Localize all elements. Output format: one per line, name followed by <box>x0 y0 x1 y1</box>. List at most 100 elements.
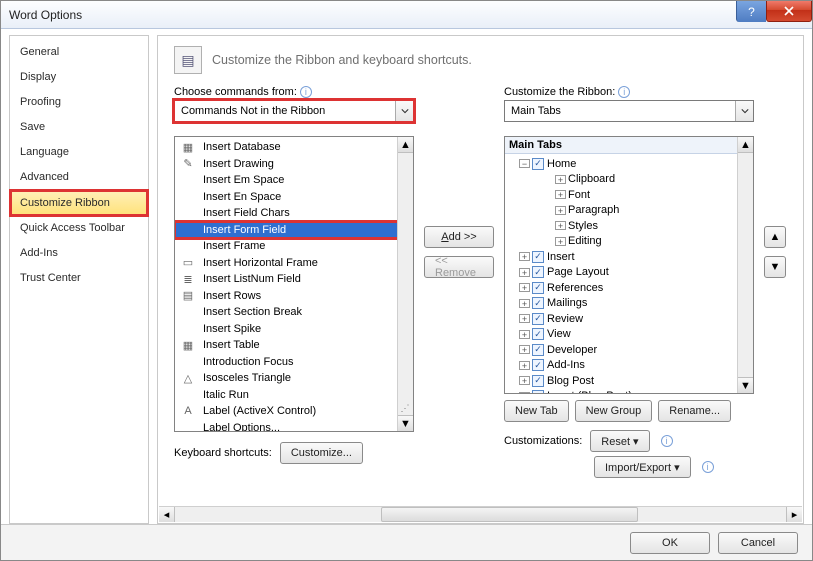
tree-item[interactable]: +✓View <box>507 327 753 343</box>
tree-item[interactable]: +Clipboard <box>507 172 753 188</box>
info-icon[interactable]: i <box>702 461 714 473</box>
sidebar-item-proofing[interactable]: Proofing <box>10 90 148 115</box>
sidebar-item-advanced[interactable]: Advanced <box>10 165 148 190</box>
sidebar-item-trust-center[interactable]: Trust Center <box>10 266 148 291</box>
command-item[interactable]: Introduction Focus <box>175 354 413 371</box>
command-label: Insert Field Chars <box>203 207 290 219</box>
reset-button[interactable]: Reset ▾ <box>590 430 649 452</box>
scroll-thumb[interactable] <box>381 507 638 522</box>
cancel-button[interactable]: Cancel <box>718 532 798 554</box>
add-button[interactable]: AAdd >>dd >> <box>424 226 494 248</box>
tree-item[interactable]: +✓Review <box>507 311 753 327</box>
command-item[interactable]: Insert Section Break <box>175 304 413 321</box>
command-label: Insert ListNum Field <box>203 273 301 285</box>
help-button[interactable]: ? <box>736 1 766 22</box>
command-item[interactable]: Insert Form Field <box>175 222 413 239</box>
command-label: Insert Frame <box>203 240 265 252</box>
chevron-down-icon[interactable] <box>395 101 413 121</box>
command-item[interactable]: ALabel (ActiveX Control) <box>175 403 413 420</box>
command-item[interactable]: Italic Run <box>175 387 413 404</box>
command-item[interactable]: Insert Em Space <box>175 172 413 189</box>
close-button[interactable] <box>766 1 812 22</box>
sidebar-item-language[interactable]: Language <box>10 140 148 165</box>
tree-item[interactable]: +✓Blog Post <box>507 373 753 389</box>
tree-item[interactable]: +Styles <box>507 218 753 234</box>
command-item[interactable]: ▦Insert Database <box>175 139 413 156</box>
sidebar-item-general[interactable]: General <box>10 40 148 65</box>
command-item[interactable]: ✎Insert Drawing <box>175 156 413 173</box>
customize-ribbon-combo[interactable]: Main Tabs <box>504 100 754 122</box>
scrollbar-vertical[interactable]: ▲ ▼ ⋰ <box>397 137 413 431</box>
command-label: Insert En Space <box>203 191 281 203</box>
sidebar-item-save[interactable]: Save <box>10 115 148 140</box>
command-label: Insert Section Break <box>203 306 302 318</box>
footer: OK Cancel <box>1 524 812 560</box>
sidebar-item-addins[interactable]: Add-Ins <box>10 241 148 266</box>
command-item[interactable]: △ Isosceles Triangle <box>175 370 413 387</box>
command-icon <box>179 321 197 336</box>
scrollbar-vertical[interactable]: ▲ ▼ <box>737 137 753 393</box>
tree-item[interactable]: +✓Insert <box>507 249 753 265</box>
import-export-button[interactable]: Import/Export ▾ <box>594 456 691 478</box>
tree-item[interactable]: +✓Developer <box>507 342 753 358</box>
sidebar-item-display[interactable]: Display <box>10 65 148 90</box>
main-panel: ▤ Customize the Ribbon and keyboard shor… <box>157 35 804 524</box>
command-label: Isosceles Triangle <box>203 372 291 384</box>
ribbon-icon: ▤ <box>174 46 202 74</box>
commands-listbox[interactable]: ▦Insert Database✎Insert DrawingInsert Em… <box>174 136 414 432</box>
rename-button[interactable]: Rename... <box>658 400 731 422</box>
scrollbar-horizontal[interactable]: ◂ ▸ <box>159 506 802 522</box>
command-label: Insert Spike <box>203 323 261 335</box>
customize-shortcuts-button[interactable]: Customize... <box>280 442 363 464</box>
ok-button[interactable]: OK <box>630 532 710 554</box>
chevron-down-icon[interactable] <box>735 101 753 121</box>
command-label: Insert Table <box>203 339 260 351</box>
choose-commands-combo[interactable]: Commands Not in the Ribbon <box>174 100 414 122</box>
tree-item[interactable]: +Font <box>507 187 753 203</box>
command-item[interactable]: ≣Insert ListNum Field <box>175 271 413 288</box>
command-item[interactable]: Insert Frame <box>175 238 413 255</box>
remove-button[interactable]: << Remove <box>424 256 494 278</box>
command-icon: △ <box>179 371 197 386</box>
customize-ribbon-label: Customize the Ribbon:i <box>504 86 754 98</box>
scroll-right-icon[interactable]: ▸ <box>786 507 802 522</box>
move-down-button[interactable]: ▼ <box>764 256 786 278</box>
tree-item[interactable]: −✓Home <box>507 156 753 172</box>
tree-item[interactable]: +✓Page Layout <box>507 265 753 281</box>
command-icon: ▦ <box>179 140 197 155</box>
command-label: Label (ActiveX Control) <box>203 405 316 417</box>
info-icon[interactable]: i <box>300 86 312 98</box>
tree-item[interactable]: +✓Insert (Blog Post) <box>507 389 753 395</box>
titlebar: Word Options ? <box>1 1 812 29</box>
command-icon <box>179 305 197 320</box>
tree-item[interactable]: +Editing <box>507 234 753 250</box>
tree-item[interactable]: +✓Mailings <box>507 296 753 312</box>
choose-commands-label: Choose commands from:i <box>174 86 414 98</box>
command-item[interactable]: ▦ Insert Table <box>175 337 413 354</box>
scroll-down-icon[interactable]: ▼ <box>398 415 413 431</box>
command-icon: ▦ <box>179 338 197 353</box>
ribbon-tree[interactable]: Main Tabs −✓Home+Clipboard+Font+Paragrap… <box>504 136 754 394</box>
scroll-down-icon[interactable]: ▼ <box>738 377 753 393</box>
tree-item[interactable]: +Paragraph <box>507 203 753 219</box>
sidebar-item-customize-ribbon[interactable]: Customize Ribbon <box>10 190 148 216</box>
command-item[interactable]: ▤Insert Rows <box>175 288 413 305</box>
command-item[interactable]: Insert En Space <box>175 189 413 206</box>
scroll-left-icon[interactable]: ◂ <box>159 507 175 522</box>
sidebar-item-quick-access[interactable]: Quick Access Toolbar <box>10 216 148 241</box>
command-item[interactable]: ▭Insert Horizontal Frame <box>175 255 413 272</box>
info-icon[interactable]: i <box>618 86 630 98</box>
command-item[interactable]: Insert Spike <box>175 321 413 338</box>
command-item[interactable]: Insert Field Chars <box>175 205 413 222</box>
tree-item[interactable]: +✓References <box>507 280 753 296</box>
new-group-button[interactable]: New Group <box>575 400 653 422</box>
scroll-up-icon[interactable]: ▲ <box>738 137 753 153</box>
command-item[interactable]: Label Options... <box>175 420 413 433</box>
info-icon[interactable]: i <box>661 435 673 447</box>
move-up-button[interactable]: ▲ <box>764 226 786 248</box>
command-label: Insert Em Space <box>203 174 284 186</box>
tree-item[interactable]: +✓Add-Ins <box>507 358 753 374</box>
command-icon <box>179 387 197 402</box>
new-tab-button[interactable]: New Tab <box>504 400 569 422</box>
scroll-up-icon[interactable]: ▲ <box>398 137 413 153</box>
